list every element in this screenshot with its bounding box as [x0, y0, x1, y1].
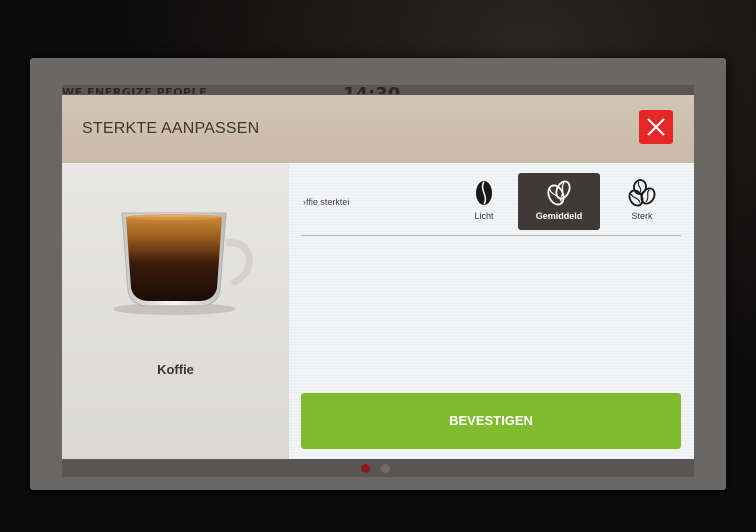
page-indicator [361, 464, 397, 474]
strength-option-label: Licht [474, 211, 494, 221]
strength-label: ›ffie sterktei [303, 197, 350, 207]
bean-triple-icon [628, 179, 656, 207]
product-panel: Koffie [62, 163, 289, 459]
strength-option-gemiddeld[interactable]: Gemiddeld [518, 173, 600, 230]
strength-dialog: STERKTE AANPASSEN Koffie ›ffie sterktei … [62, 95, 694, 459]
strength-option-sterk[interactable]: Sterk [601, 173, 683, 230]
strength-option-label: Gemiddeld [535, 211, 583, 221]
status-time: 14:30 [343, 84, 400, 94]
status-brand-text: WE ENERGIZE PEOPLE [62, 86, 208, 94]
page-dot[interactable] [381, 464, 390, 473]
divider [301, 235, 681, 236]
bean-single-icon [476, 181, 492, 205]
bean-double-icon [547, 180, 571, 206]
dialog-header: STERKTE AANPASSEN [62, 95, 694, 163]
strength-option-licht[interactable]: Licht [443, 173, 525, 230]
dialog-title: STERKTE AANPASSEN [82, 120, 260, 137]
close-button[interactable] [639, 110, 673, 144]
close-icon [647, 118, 665, 136]
product-name: Koffie [157, 362, 194, 377]
confirm-button[interactable]: BEVESTIGEN [301, 393, 681, 449]
coffee-cup-icon [114, 212, 253, 315]
strength-panel: ›ffie sterktei Licht Gemiddeld Sterk BEV… [289, 163, 694, 459]
page-dot-active[interactable] [361, 464, 370, 473]
strength-option-label: Sterk [631, 211, 653, 221]
